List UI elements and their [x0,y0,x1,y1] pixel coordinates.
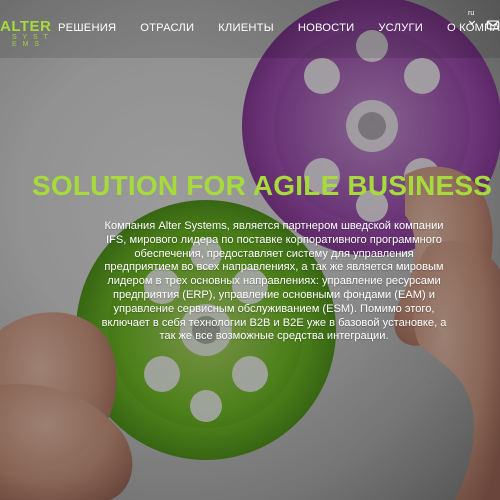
nav-item-clients[interactable]: КЛИЕНТЫ [218,18,274,38]
language-label: ru [468,10,475,17]
top-navigation-bar: ALTER S Y S T E M S РЕШЕНИЯ ОТРАСЛИ КЛИЕ… [0,0,500,58]
hero-section: ALTER S Y S T E M S РЕШЕНИЯ ОТРАСЛИ КЛИЕ… [0,0,500,500]
chevron-down-icon [469,20,475,25]
logo-sub-text: S Y S T E M S [12,34,50,48]
nav-item-solutions[interactable]: РЕШЕНИЯ [58,18,116,38]
hero-headline: SOLUTION FOR AGILE BUSINESS [32,170,493,201]
brand-logo[interactable]: ALTER S Y S T E M S [0,18,54,48]
hero-description: Компания Alter Systems, является партнер… [101,220,447,343]
mail-icon[interactable] [486,18,500,32]
nav-item-industries[interactable]: ОТРАСЛИ [140,18,194,38]
language-switcher[interactable]: ru [468,10,486,30]
nav-item-services[interactable]: УСЛУГИ [378,18,423,38]
main-nav: РЕШЕНИЯ ОТРАСЛИ КЛИЕНТЫ НОВОСТИ УСЛУГИ О… [58,18,500,38]
nav-item-news[interactable]: НОВОСТИ [298,18,355,38]
logo-main-text: ALTER [0,18,52,35]
